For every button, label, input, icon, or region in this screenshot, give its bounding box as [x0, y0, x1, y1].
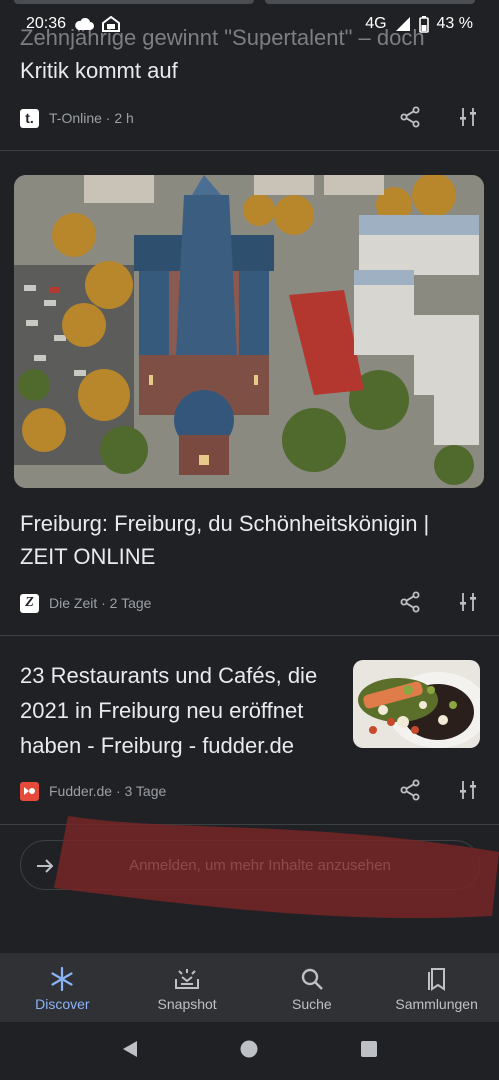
card-headline-line1[interactable]: 23 Restaurants und Cafés, die [20, 658, 340, 693]
status-bar: 20:36 4G 43 % [0, 0, 499, 48]
recents-icon[interactable] [359, 1039, 379, 1064]
battery-percent: 43 % [436, 15, 473, 32]
source-row: Z Die Zeit · 2 Tage [20, 592, 151, 614]
collections-icon [423, 965, 451, 993]
tune-icon[interactable] [457, 591, 479, 613]
news-card-fudder[interactable]: 23 Restaurants und Cafés, die 2021 in Fr… [0, 636, 499, 824]
source-label: Die Zeit · 2 Tage [49, 595, 152, 611]
bottom-navigation: Discover Snapshot Suche Sammlungen [0, 953, 499, 1022]
nav-label: Snapshot [157, 996, 217, 1012]
tonline-logo: t. [20, 108, 39, 128]
home-button-icon[interactable] [239, 1039, 259, 1064]
zeit-logo: Z [20, 593, 39, 613]
network-label: 4G [365, 15, 387, 32]
cloud-icon [74, 17, 95, 31]
nav-collections[interactable]: Sammlungen [378, 953, 496, 1012]
signal-icon [395, 16, 411, 32]
nav-search[interactable]: Suche [253, 953, 371, 1012]
tune-icon[interactable] [457, 779, 479, 801]
signin-label: Anmelden, um mehr Inhalte anzusehen [129, 856, 391, 874]
share-icon[interactable] [399, 779, 421, 801]
tune-icon[interactable] [457, 106, 479, 128]
asterisk-icon [48, 965, 76, 993]
home-icon [102, 16, 121, 32]
source-row: t. T-Online · 2 h [20, 107, 134, 129]
nav-label: Suche [292, 996, 332, 1012]
arrow-right-icon [33, 854, 57, 878]
signin-button[interactable]: Anmelden, um mehr Inhalte anzusehen [20, 840, 480, 890]
search-icon [298, 965, 326, 993]
card-divider [0, 824, 499, 825]
nav-label: Discover [35, 996, 90, 1012]
source-row: Fudder.de · 3 Tage [20, 780, 166, 802]
source-label: T-Online · 2 h [49, 110, 134, 126]
battery-icon [418, 15, 429, 33]
back-icon[interactable] [120, 1039, 140, 1064]
food-plate-image[interactable] [353, 660, 480, 748]
source-label: Fudder.de · 3 Tage [49, 783, 167, 799]
card-actions [399, 779, 479, 801]
card-headline-line2[interactable]: 2021 in Freiburg neu eröffnet [20, 693, 340, 728]
aerial-cathedral-image[interactable] [14, 175, 484, 488]
card-headline-line3[interactable]: haben - Freiburg - fudder.de [20, 728, 340, 763]
nav-label: Sammlungen [395, 996, 478, 1012]
status-left: 20:36 [26, 15, 121, 33]
nav-snapshot[interactable]: Snapshot [128, 953, 246, 1012]
status-right: 4G 43 % [365, 15, 473, 33]
card-headline[interactable]: Kritik kommt auf [20, 53, 480, 88]
card-headline-line2[interactable]: ZEIT ONLINE [20, 539, 480, 574]
card-headline-line1[interactable]: Freiburg: Freiburg, du Schönheitskönigin… [20, 506, 480, 541]
card-actions [399, 591, 479, 613]
share-icon[interactable] [399, 106, 421, 128]
card-actions [399, 106, 479, 128]
share-icon[interactable] [399, 591, 421, 613]
system-navigation [0, 1022, 499, 1080]
fudder-logo [20, 781, 39, 801]
news-card-zeit[interactable]: Freiburg: Freiburg, du Schönheitskönigin… [0, 151, 499, 635]
status-time: 20:36 [26, 15, 67, 32]
snapshot-icon [173, 965, 201, 993]
nav-discover[interactable]: Discover [3, 953, 121, 1012]
